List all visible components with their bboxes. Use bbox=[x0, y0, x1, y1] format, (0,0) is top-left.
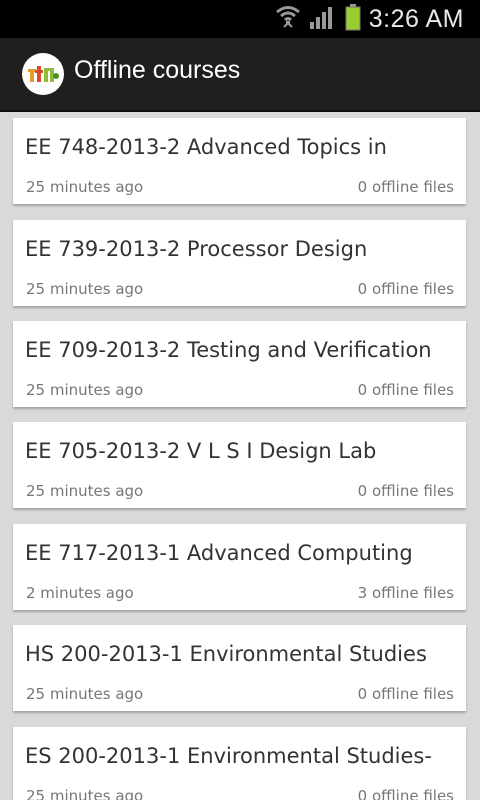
course-updated-time: 25 minutes ago bbox=[26, 787, 144, 800]
status-time: 3:26 AM bbox=[368, 4, 464, 33]
course-title: EE 709-2013-2 Testing and Verification bbox=[25, 338, 432, 362]
course-updated-time: 25 minutes ago bbox=[26, 178, 144, 196]
course-updated-time: 25 minutes ago bbox=[26, 381, 144, 399]
wifi-icon bbox=[275, 4, 301, 34]
course-updated-time: 25 minutes ago bbox=[26, 280, 144, 298]
course-offline-files: 0 offline files bbox=[357, 685, 454, 703]
course-item[interactable]: EE 717-2013-1 Advanced Computing 2 minut… bbox=[13, 524, 466, 610]
course-title: EE 705-2013-2 V L S I Design Lab bbox=[25, 439, 377, 463]
status-bar: 3:26 AM bbox=[0, 0, 480, 38]
course-item[interactable]: EE 709-2013-2 Testing and Verification 2… bbox=[13, 321, 466, 407]
battery-icon bbox=[345, 3, 361, 35]
course-updated-time: 25 minutes ago bbox=[26, 482, 144, 500]
course-title: EE 748-2013-2 Advanced Topics in bbox=[25, 135, 387, 159]
app-logo-icon[interactable] bbox=[22, 53, 64, 95]
course-title: EE 717-2013-1 Advanced Computing bbox=[25, 541, 413, 565]
course-item[interactable]: ES 200-2013-1 Environmental Studies- 25 … bbox=[13, 727, 466, 800]
signal-icon bbox=[309, 4, 337, 34]
course-item[interactable]: HS 200-2013-1 Environmental Studies 25 m… bbox=[13, 625, 466, 711]
course-offline-files: 0 offline files bbox=[357, 787, 454, 800]
course-list: EE 748-2013-2 Advanced Topics in 25 minu… bbox=[0, 110, 480, 800]
course-item[interactable]: EE 739-2013-2 Processor Design 25 minute… bbox=[13, 220, 466, 306]
course-item[interactable]: EE 748-2013-2 Advanced Topics in 25 minu… bbox=[13, 118, 466, 204]
course-title: HS 200-2013-1 Environmental Studies bbox=[25, 642, 427, 666]
course-offline-files: 0 offline files bbox=[357, 280, 454, 298]
course-updated-time: 25 minutes ago bbox=[26, 685, 144, 703]
course-title: EE 739-2013-2 Processor Design bbox=[25, 237, 368, 261]
action-bar: Offline courses bbox=[0, 38, 480, 112]
course-offline-files: 0 offline files bbox=[357, 381, 454, 399]
page-title: Offline courses bbox=[74, 56, 241, 84]
course-offline-files: 3 offline files bbox=[357, 584, 454, 602]
course-offline-files: 0 offline files bbox=[357, 178, 454, 196]
course-offline-files: 0 offline files bbox=[357, 482, 454, 500]
course-updated-time: 2 minutes ago bbox=[26, 584, 134, 602]
course-title: ES 200-2013-1 Environmental Studies- bbox=[25, 744, 432, 768]
status-icons: 3:26 AM bbox=[275, 0, 464, 38]
course-item[interactable]: EE 705-2013-2 V L S I Design Lab 25 minu… bbox=[13, 422, 466, 508]
